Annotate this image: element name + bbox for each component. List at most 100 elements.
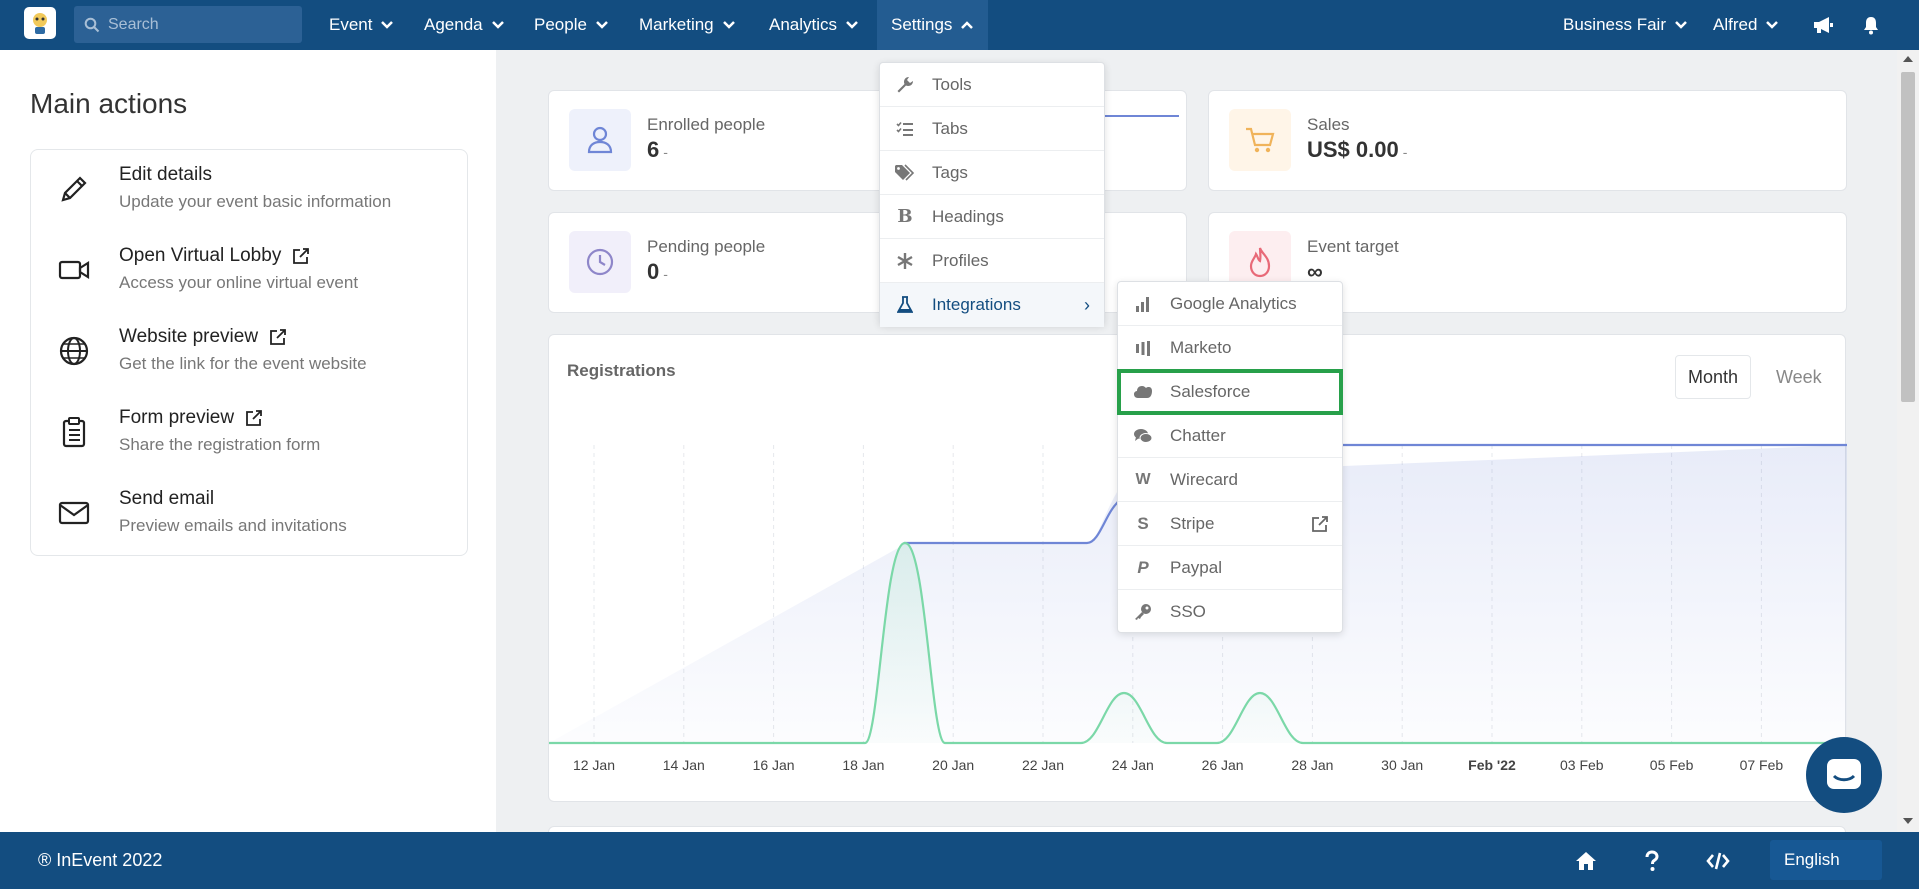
search-input[interactable]: Search bbox=[74, 6, 302, 43]
scrollbar-thumb[interactable] bbox=[1901, 72, 1915, 402]
nav-analytics[interactable]: Analytics bbox=[769, 0, 859, 50]
bold-icon: B bbox=[897, 206, 913, 227]
chevron-down-icon bbox=[722, 21, 735, 29]
nav-marketing[interactable]: Marketing bbox=[639, 0, 736, 50]
stat-label: Pending people bbox=[647, 237, 766, 256]
x-tick-label: 14 Jan bbox=[663, 757, 705, 773]
bar-chart-icon bbox=[1132, 293, 1154, 315]
external-link-icon bbox=[270, 329, 286, 345]
footer-bar: ® InEvent 2022 English bbox=[0, 832, 1919, 889]
menu-item-marketo[interactable]: Marketo bbox=[1118, 326, 1342, 370]
main-actions-card: Edit details Update your event basic inf… bbox=[30, 149, 468, 556]
announcements-button[interactable] bbox=[1812, 0, 1834, 50]
page-scrollbar[interactable] bbox=[1897, 50, 1919, 832]
clock-icon bbox=[569, 231, 631, 293]
x-tick-label: 28 Jan bbox=[1291, 757, 1333, 773]
action-title: Send email bbox=[119, 488, 215, 509]
action-title: Edit details bbox=[119, 164, 212, 185]
stat-label: Enrolled people bbox=[647, 115, 766, 134]
menu-item-tools[interactable]: Tools bbox=[880, 63, 1104, 107]
code-icon[interactable] bbox=[1706, 849, 1730, 873]
menu-item-tags[interactable]: Tags bbox=[880, 151, 1104, 195]
stat-label: Event target bbox=[1307, 237, 1399, 256]
flask-icon bbox=[894, 294, 916, 316]
action-title: Form preview bbox=[119, 407, 264, 429]
action-subtitle: Update your event basic information bbox=[119, 192, 392, 211]
language-selector[interactable]: English bbox=[1770, 840, 1882, 880]
notifications-button[interactable] bbox=[1862, 0, 1880, 50]
shopping-cart-icon bbox=[1229, 109, 1291, 171]
nav-settings-label: Settings bbox=[891, 15, 953, 34]
user-name: Alfred bbox=[1713, 15, 1758, 34]
nav-settings[interactable]: Settings bbox=[877, 0, 989, 50]
nav-agenda[interactable]: Agenda bbox=[424, 0, 505, 50]
action-send-email[interactable]: Send email Preview emails and invitation… bbox=[31, 474, 467, 554]
action-edit-details[interactable]: Edit details Update your event basic inf… bbox=[31, 150, 467, 230]
user-icon bbox=[569, 109, 631, 171]
user-menu[interactable]: Alfred bbox=[1713, 0, 1779, 50]
action-subtitle: Preview emails and invitations bbox=[119, 516, 347, 535]
external-link-icon bbox=[246, 410, 262, 426]
nav-people-label: People bbox=[534, 15, 587, 34]
chevron-down-icon bbox=[846, 21, 858, 29]
action-title: Open Virtual Lobby bbox=[119, 245, 311, 267]
nav-agenda-label: Agenda bbox=[424, 15, 483, 34]
x-tick-label: 12 Jan bbox=[573, 757, 615, 773]
envelope-icon bbox=[58, 501, 90, 525]
event-name: Business Fair bbox=[1563, 15, 1666, 34]
nav-event[interactable]: Event bbox=[329, 0, 394, 50]
menu-item-tabs[interactable]: Tabs bbox=[880, 107, 1104, 151]
clipboard-icon bbox=[62, 417, 86, 448]
tags-icon bbox=[894, 162, 916, 184]
event-switcher[interactable]: Business Fair bbox=[1563, 0, 1688, 50]
external-link-icon bbox=[293, 248, 310, 264]
external-link-icon bbox=[1312, 515, 1328, 532]
inevent-logo[interactable] bbox=[24, 7, 56, 39]
stripe-icon: S bbox=[1137, 513, 1149, 533]
action-open-virtual-lobby[interactable]: Open Virtual Lobby Access your online vi… bbox=[31, 231, 467, 311]
x-axis-labels: 12 Jan 14 Jan 16 Jan 18 Jan 20 Jan 22 Jan 24 J… bbox=[573, 757, 1783, 773]
chat-icon bbox=[1827, 759, 1861, 789]
stat-card-sales[interactable]: Sales US$ 0.00- bbox=[1208, 90, 1847, 191]
action-title: Website preview bbox=[119, 326, 288, 348]
main-actions-title: Main actions bbox=[30, 88, 188, 119]
asterisk-icon bbox=[894, 250, 916, 272]
nav-marketing-label: Marketing bbox=[639, 15, 714, 34]
chevron-down-icon bbox=[1766, 21, 1779, 29]
support-chat-button[interactable] bbox=[1806, 737, 1882, 813]
x-tick-label: 30 Jan bbox=[1381, 757, 1423, 773]
chevron-right-icon: › bbox=[1084, 294, 1090, 315]
menu-item-integrations[interactable]: Integrations › bbox=[880, 283, 1104, 327]
globe-icon bbox=[59, 336, 89, 366]
key-icon bbox=[1132, 601, 1154, 623]
menu-item-google-analytics[interactable]: Google Analytics bbox=[1118, 282, 1342, 326]
chevron-down-icon bbox=[381, 21, 394, 29]
action-subtitle: Get the link for the event website bbox=[119, 354, 367, 373]
copyright: ® InEvent 2022 bbox=[38, 850, 163, 870]
x-tick-label: 20 Jan bbox=[932, 757, 974, 773]
scroll-down-arrow[interactable] bbox=[1903, 818, 1913, 824]
help-icon[interactable] bbox=[1640, 849, 1664, 873]
menu-item-chatter[interactable]: Chatter bbox=[1118, 414, 1342, 458]
stat-label: Sales bbox=[1307, 115, 1350, 134]
scroll-up-arrow[interactable] bbox=[1903, 56, 1913, 62]
nav-people[interactable]: People bbox=[534, 0, 609, 50]
menu-item-wirecard[interactable]: W Wirecard bbox=[1118, 458, 1342, 502]
menu-item-profiles[interactable]: Profiles bbox=[880, 239, 1104, 283]
menu-item-paypal[interactable]: P Paypal bbox=[1118, 546, 1342, 590]
x-tick-label: 07 Feb bbox=[1740, 757, 1784, 773]
nav-event-label: Event bbox=[329, 15, 373, 34]
stat-value: 6- bbox=[647, 137, 668, 162]
x-tick-label: 24 Jan bbox=[1112, 757, 1154, 773]
action-form-preview[interactable]: Form preview Share the registration form bbox=[31, 393, 467, 473]
menu-item-headings[interactable]: B Headings bbox=[880, 195, 1104, 239]
menu-item-stripe[interactable]: S Stripe bbox=[1118, 502, 1342, 546]
x-tick-label: 16 Jan bbox=[753, 757, 795, 773]
list-check-icon bbox=[894, 118, 916, 140]
mini-trend-line bbox=[1099, 115, 1179, 117]
home-icon[interactable] bbox=[1574, 849, 1598, 873]
action-website-preview[interactable]: Website preview Get the link for the eve… bbox=[31, 312, 467, 392]
wrench-icon bbox=[894, 74, 916, 96]
menu-item-sso[interactable]: SSO bbox=[1118, 590, 1342, 634]
x-tick-label: 03 Feb bbox=[1560, 757, 1604, 773]
